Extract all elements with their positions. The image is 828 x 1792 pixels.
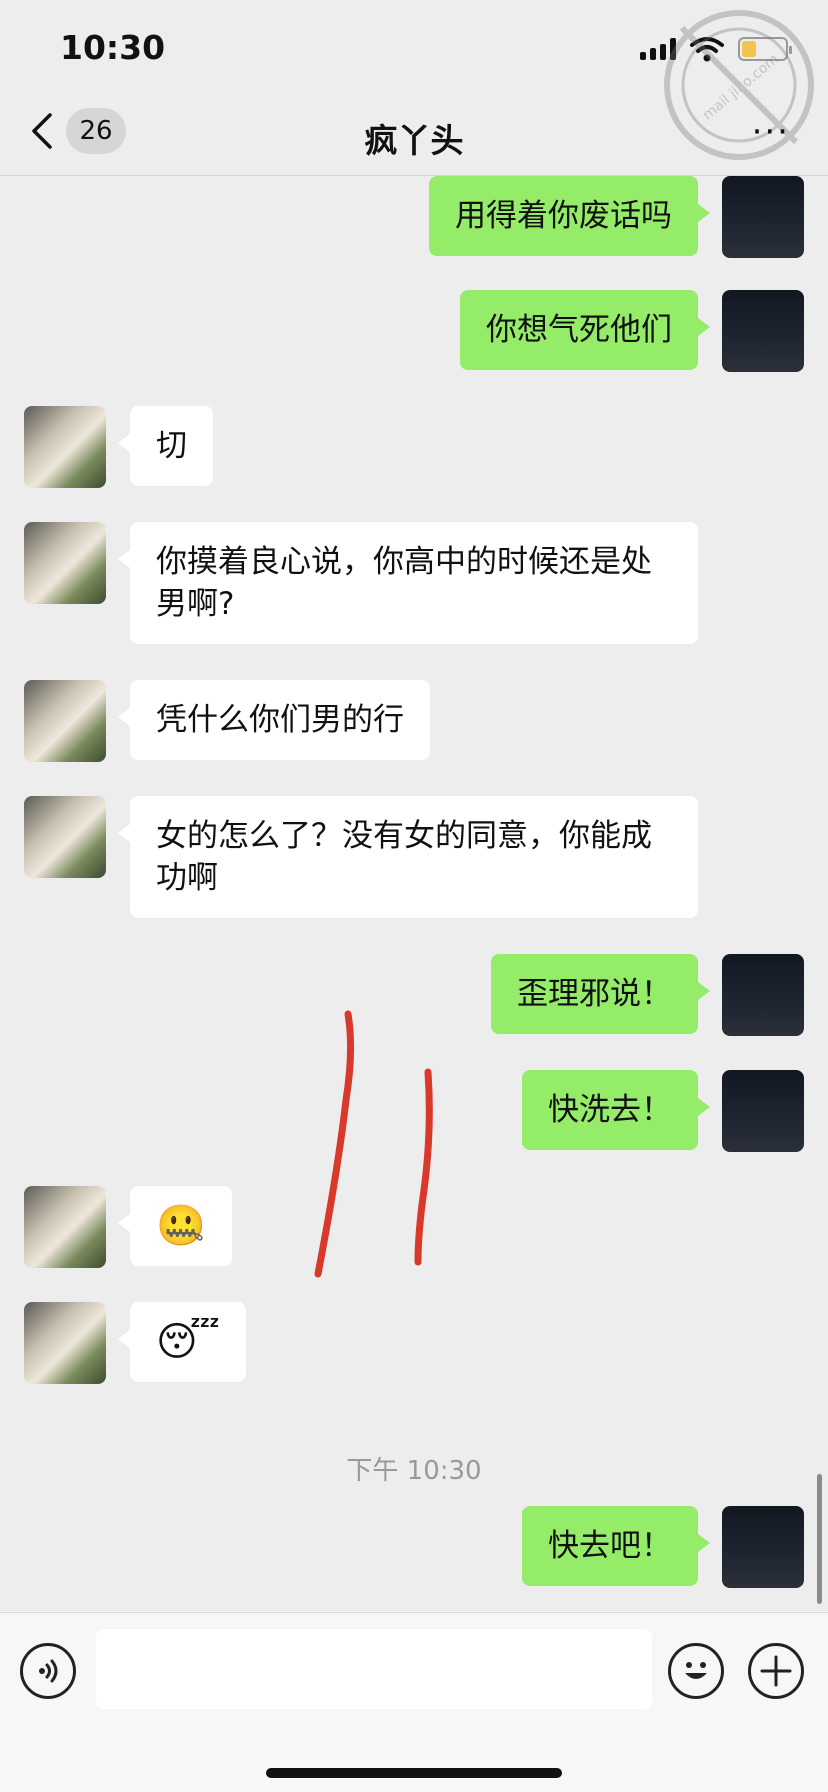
emoji-bubble[interactable]: 🤐 <box>118 1186 232 1266</box>
wifi-icon <box>690 37 724 62</box>
avatar-contact[interactable] <box>24 680 106 762</box>
avatar-contact[interactable] <box>24 796 106 878</box>
message-bubble-sent[interactable]: 你想气死他们 <box>460 290 710 370</box>
avatar-contact[interactable] <box>24 1302 106 1384</box>
message-bubble-sent[interactable]: 用得着你废话吗 <box>429 176 710 256</box>
signal-icon <box>640 38 676 60</box>
message-input[interactable] <box>96 1629 652 1709</box>
chat-title: 疯丫头 <box>364 121 464 160</box>
emoji-bubble[interactable]: 😴 <box>117 1302 247 1382</box>
nav-bar: 26 疯丫头 ··· <box>0 100 828 176</box>
status-time: 10:30 <box>60 28 166 67</box>
input-bar <box>0 1612 828 1792</box>
avatar-contact[interactable] <box>24 522 106 604</box>
smiley-icon <box>685 1662 707 1679</box>
message-bubble-received[interactable]: 凭什么你们男的行 <box>118 680 430 760</box>
voice-icon <box>39 1659 58 1683</box>
avatar-self[interactable] <box>722 290 804 372</box>
more-button[interactable]: ··· <box>752 112 790 152</box>
avatar-self[interactable] <box>722 176 804 258</box>
status-icons <box>640 36 792 62</box>
avatar-self[interactable] <box>722 1070 804 1152</box>
timestamp: 下午 10:30 <box>346 1456 482 1486</box>
plus-icon <box>760 1655 792 1687</box>
status-bar: 10:30 <box>0 0 828 100</box>
message-bubble-sent[interactable]: 快去吧！ <box>522 1506 710 1586</box>
emoji-button[interactable] <box>668 1643 724 1699</box>
plus-button[interactable] <box>748 1643 804 1699</box>
voice-button[interactable] <box>20 1643 76 1699</box>
home-indicator <box>266 1768 562 1778</box>
avatar-contact[interactable] <box>24 1186 106 1268</box>
scrollbar[interactable] <box>817 1474 822 1604</box>
avatar-self[interactable] <box>722 1506 804 1588</box>
message-bubble-received[interactable]: 你摸着良心说，你高中的时候还是处男啊? <box>118 522 698 644</box>
message-bubble-received[interactable]: 女的怎么了？没有女的同意，你能成功啊 <box>118 796 698 918</box>
message-bubble-sent[interactable]: 歪理邪说！ <box>491 954 710 1034</box>
message-list[interactable]: 用得着你废话吗 你想气死他们 切 你摸着良心说，你高中的时候还是处男啊? 凭什么… <box>0 176 828 1612</box>
message-bubble-sent[interactable]: 快洗去！ <box>522 1070 710 1150</box>
battery-icon <box>738 37 792 61</box>
message-bubble-received[interactable]: 切 <box>118 406 213 486</box>
avatar-self[interactable] <box>722 954 804 1036</box>
avatar-contact[interactable] <box>24 406 106 488</box>
